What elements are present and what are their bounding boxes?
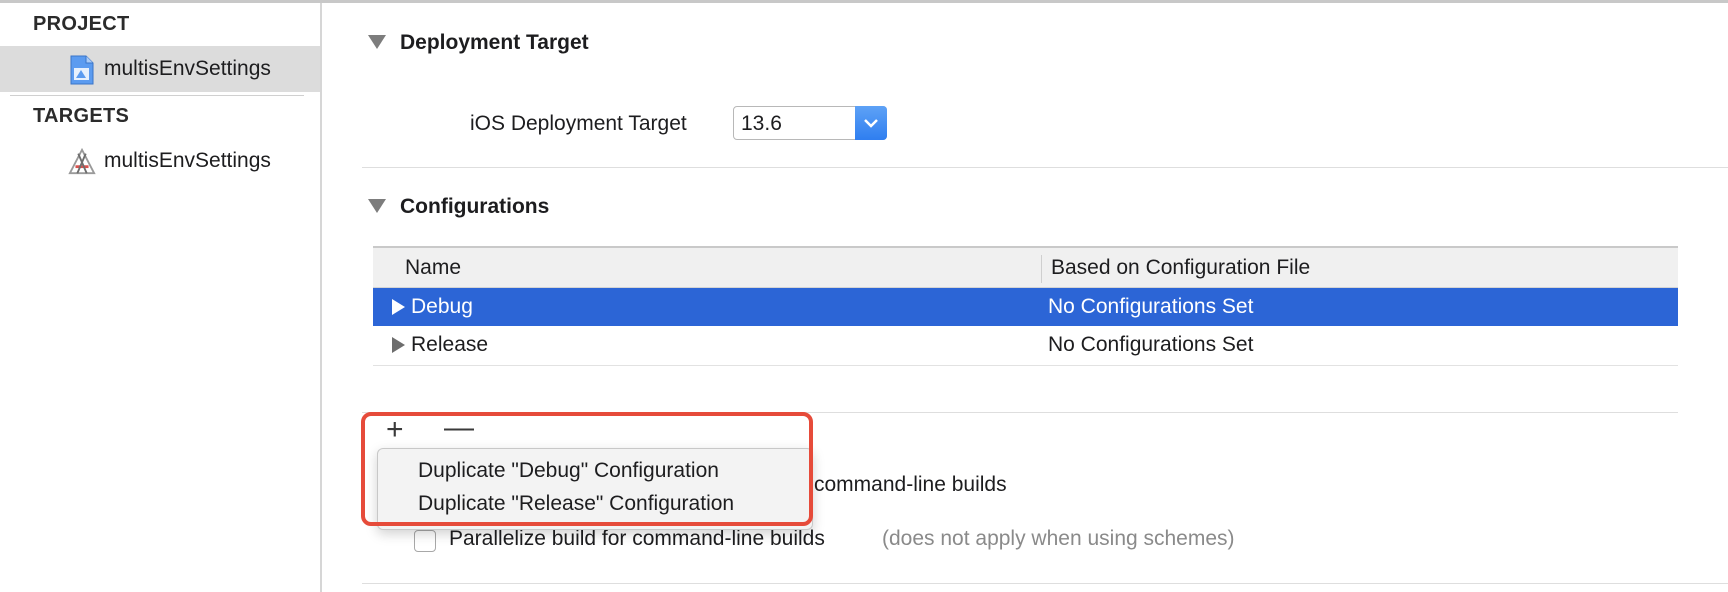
column-header-name[interactable]: Name: [405, 256, 461, 280]
row-name: Debug: [411, 295, 473, 318]
row-based-on: No Configurations Set: [1048, 295, 1254, 318]
row-divider: [373, 365, 1678, 366]
column-separator: [1041, 255, 1042, 283]
section-divider-bottom: [362, 583, 1728, 584]
sidebar: PROJECT multisEnvSettings TARGETS multis…: [0, 3, 322, 592]
ios-deployment-target-popup[interactable]: 13.6: [733, 106, 887, 140]
parallelize-checkbox[interactable]: [414, 530, 436, 552]
sidebar-item-target-label: multisEnvSettings: [104, 149, 271, 172]
app-target-icon: [68, 147, 96, 175]
expand-triangle-icon[interactable]: [392, 337, 405, 353]
sidebar-item-target[interactable]: multisEnvSettings: [0, 138, 320, 184]
deployment-section-title: Deployment Target: [400, 31, 589, 54]
section-divider: [362, 167, 1728, 168]
configurations-disclosure-triangle[interactable]: [368, 199, 386, 213]
sidebar-divider: [10, 95, 304, 96]
targets-section-header: TARGETS: [33, 105, 130, 127]
chevron-down-icon: [855, 106, 887, 140]
row-name: Release: [411, 333, 489, 356]
ios-deployment-target-label: iOS Deployment Target: [470, 112, 687, 135]
parallelize-note: (does not apply when using schemes): [882, 527, 1235, 550]
ios-deployment-target-value: 13.6: [741, 112, 782, 135]
table-row-release[interactable]: Release No Configurations Set: [373, 326, 1678, 364]
table-row-debug[interactable]: Debug No Configurations Set: [373, 288, 1678, 326]
project-file-icon: [70, 55, 94, 85]
deployment-disclosure-triangle[interactable]: [368, 35, 386, 49]
parallelize-label[interactable]: Parallelize build for command-line build…: [449, 527, 825, 551]
annotation-highlight-box: [361, 412, 813, 526]
expand-triangle-icon[interactable]: [392, 299, 405, 315]
column-header-based-on[interactable]: Based on Configuration File: [1051, 256, 1310, 280]
option-partial-text: command-line builds: [814, 473, 1007, 496]
sidebar-item-project-label: multisEnvSettings: [104, 57, 271, 80]
configurations-section-title: Configurations: [400, 195, 550, 218]
row-based-on: No Configurations Set: [1048, 333, 1254, 356]
project-section-header: PROJECT: [33, 13, 130, 35]
table-header: Name Based on Configuration File: [373, 246, 1678, 288]
sidebar-item-project[interactable]: multisEnvSettings: [0, 46, 320, 92]
